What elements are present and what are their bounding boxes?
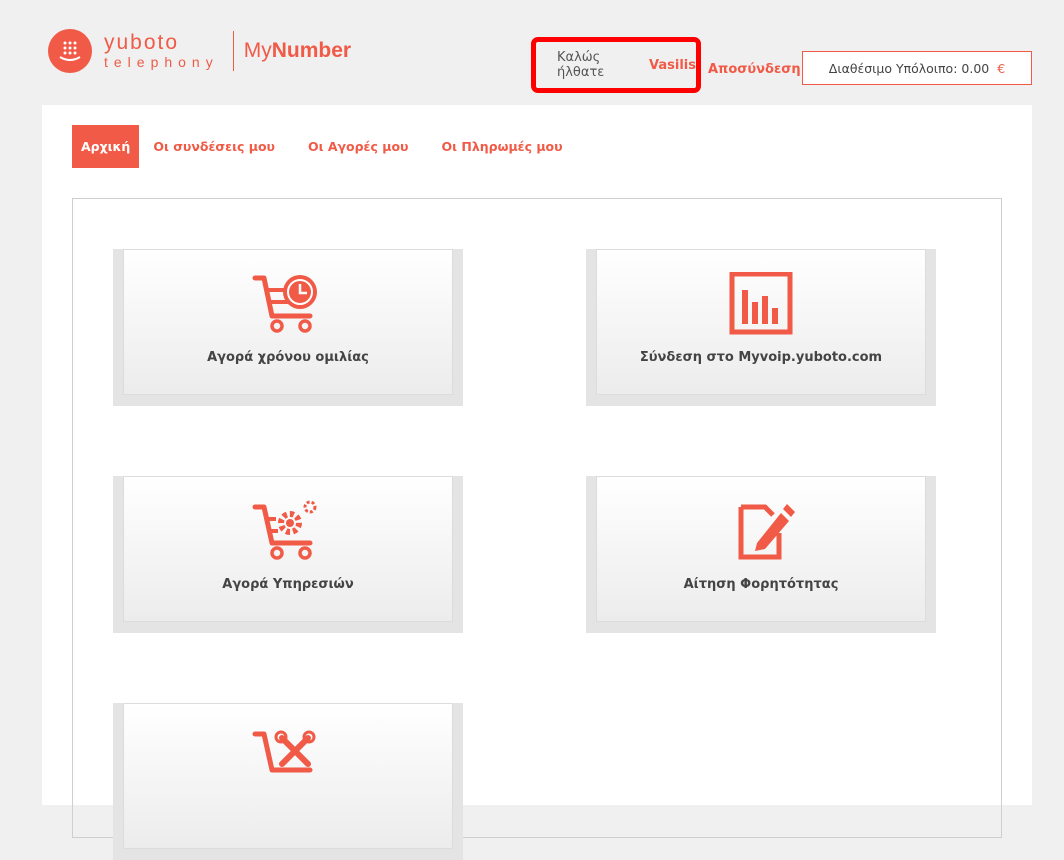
card-portability-request[interactable]: Αίτηση Φορητότητας <box>586 476 936 633</box>
card-label: Αγορά χρόνου ομιλίας <box>207 350 369 365</box>
tab-home[interactable]: Αρχική <box>72 125 140 168</box>
tab-my-connections[interactable]: Οι συνδέσεις μου <box>153 139 275 154</box>
tab-my-purchases[interactable]: Οι Αγορές μου <box>308 139 409 154</box>
chart-icon <box>729 272 793 335</box>
brand-logo[interactable]: yuboto telephony MyNumber <box>48 28 351 74</box>
main-content: Αρχική Οι συνδέσεις μου Οι Αγορές μου Οι… <box>42 105 1032 860</box>
balance-box: Διαθέσιμο Υπόλοιπο: 0.00 € <box>802 51 1032 85</box>
card-buy-talk-time[interactable]: Αγορά χρόνου ομιλίας <box>113 249 463 406</box>
document-edit-icon <box>738 504 795 560</box>
product-name: MyNumber <box>243 39 352 62</box>
logout-link[interactable]: Αποσύνδεση <box>708 62 801 77</box>
keypad-icon <box>48 29 92 73</box>
logo-word: yuboto <box>104 31 180 54</box>
main-nav: Αρχική Οι συνδέσεις μου Οι Αγορές μου Οι… <box>72 125 596 168</box>
card-myvoip-login[interactable]: Σύνδεση στο Myvoip.yuboto.com <box>586 249 936 406</box>
card-support-services[interactable] <box>113 703 463 860</box>
logo-sub: telephony <box>104 54 219 70</box>
welcome-highlight: Καλώς ήλθατε Vasilis <box>531 37 701 93</box>
cart-gear-icon <box>252 500 317 560</box>
card-buy-services[interactable]: Αγορά Υπηρεσιών <box>113 476 463 633</box>
card-label: Αγορά Υπηρεσιών <box>222 577 354 592</box>
dashboard-panel: Αγορά χρόνου ομιλίας Σύνδεση στο Myvoip.… <box>72 198 1002 860</box>
cart-clock-icon <box>252 275 317 333</box>
cart-tools-icon <box>252 730 316 773</box>
username-link[interactable]: Vasilis <box>649 58 696 73</box>
logo-divider <box>232 31 234 71</box>
tab-my-payments[interactable]: Οι Πληρωμές μου <box>442 139 563 154</box>
welcome-text: Καλώς ήλθατε <box>557 50 605 80</box>
card-label: Σύνδεση στο Myvoip.yuboto.com <box>639 350 883 365</box>
card-label: Αίτηση Φορητότητας <box>683 577 839 592</box>
balance-label: Διαθέσιμο Υπόλοιπο: 0.00 <box>828 60 990 76</box>
currency-symbol: € <box>997 60 1006 76</box>
